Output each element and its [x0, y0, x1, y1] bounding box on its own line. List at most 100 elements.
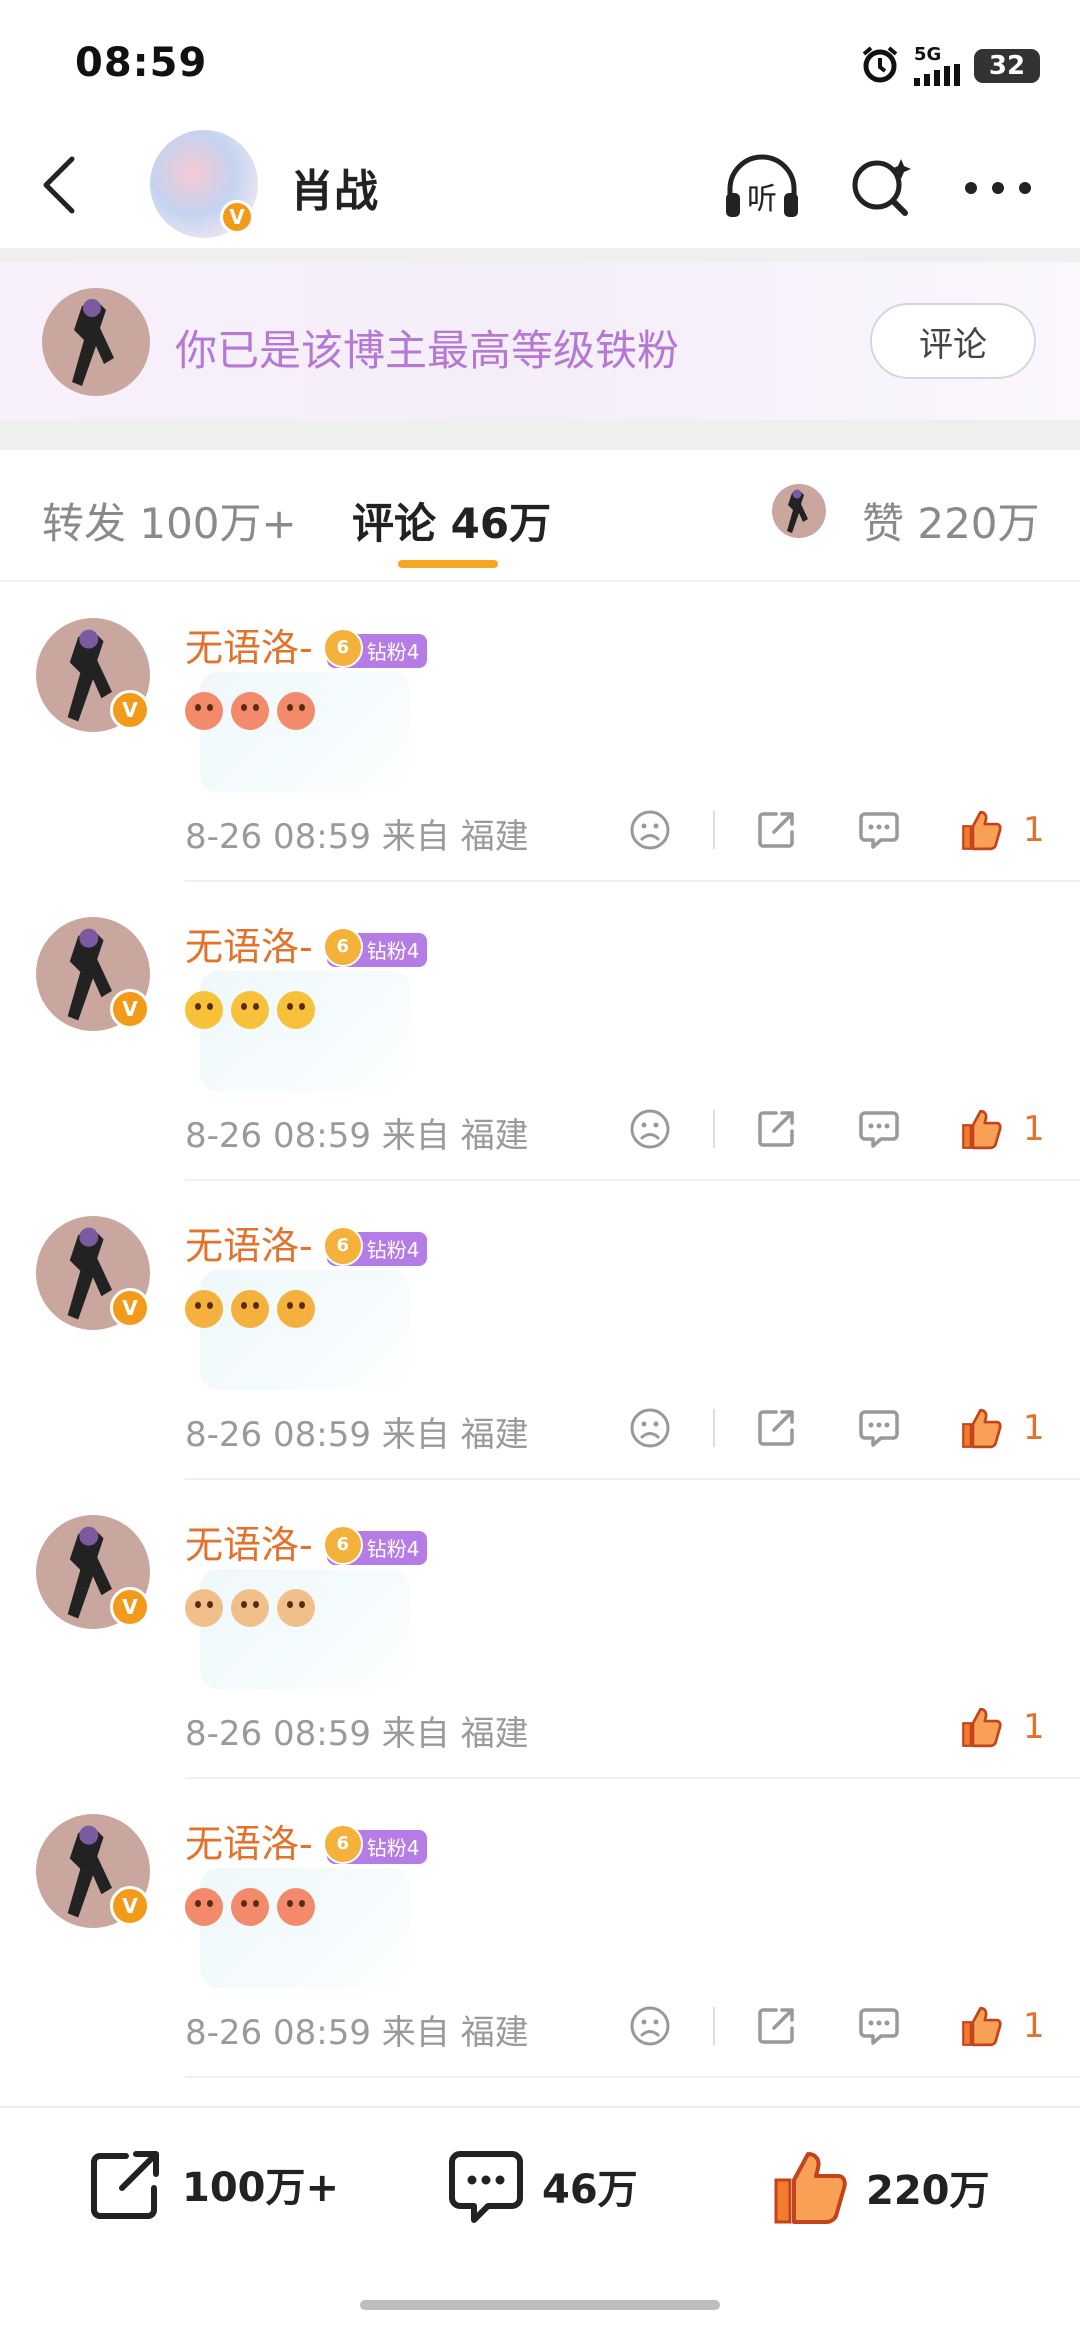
sticker-image[interactable]: [200, 971, 410, 1091]
comment-location: 来自 福建: [381, 1415, 529, 1455]
thumbs-up-icon: [962, 1707, 1002, 1748]
fan-level-badge: 6 钻粉4: [322, 1524, 428, 1565]
fan-crown-icon: 6: [322, 1225, 363, 1266]
reply-button[interactable]: [851, 1998, 907, 2054]
comment-user-row: 无语洛- 6 钻粉4: [185, 1514, 428, 1569]
comment-icon: [859, 1111, 899, 1148]
fan-badge-text: 钻粉4: [366, 1537, 420, 1561]
tab-likes[interactable]: 赞 220万: [862, 490, 1040, 551]
comment-emojis: [185, 692, 315, 730]
comment-username[interactable]: 无语洛-: [185, 1224, 313, 1268]
tab-reposts[interactable]: 转发 100万+: [42, 490, 297, 551]
comment-like-count: 1: [1023, 1707, 1045, 1747]
reply-button[interactable]: [851, 1400, 907, 1456]
verified-badge-icon: V: [110, 1288, 150, 1328]
repost-count: 100万+: [182, 2165, 340, 2211]
sticker-image[interactable]: [200, 1868, 410, 1988]
verified-badge-icon: V: [110, 690, 150, 730]
fan-crown-icon: 6: [322, 627, 363, 668]
comment-like-button[interactable]: [953, 802, 1009, 858]
comment-time: 8-26 08:59: [185, 1714, 371, 1754]
comment-emojis: [185, 1290, 315, 1328]
dislike-button[interactable]: [622, 1400, 678, 1456]
user-avatar[interactable]: [42, 288, 150, 396]
reply-button[interactable]: [851, 802, 907, 858]
comment-location: 来自 福建: [381, 1714, 529, 1754]
comment-user-row: 无语洛- 6 钻粉4: [185, 617, 428, 672]
like-action[interactable]: 220万: [770, 2148, 990, 2226]
comment-share-button[interactable]: [748, 1400, 804, 1456]
back-button[interactable]: [30, 150, 90, 220]
fan-status-text: 你已是该博主最高等级铁粉: [175, 326, 680, 375]
verified-badge-icon: V: [220, 200, 254, 234]
comment-user-row: 无语洛- 6 钻粉4: [185, 1215, 428, 1270]
comment-meta: 8-26 08:59 来自 福建: [185, 1706, 529, 1755]
comment-like-button[interactable]: [953, 1998, 1009, 2054]
comment-like-count: 1: [1023, 1408, 1045, 1448]
comment-count: 46万: [542, 2167, 638, 2213]
emoji-cry-icon: [277, 1290, 315, 1328]
chevron-left-icon: [43, 156, 75, 214]
share-icon: [91, 2151, 159, 2219]
alarm-icon: [860, 44, 900, 88]
sticker-image[interactable]: [200, 1569, 410, 1689]
search-button[interactable]: [842, 148, 922, 228]
battery-icon: 32: [974, 49, 1040, 83]
comment-icon: [449, 2151, 523, 2223]
emoji-hands-icon: [185, 1589, 223, 1627]
headphones-icon: 听: [726, 154, 798, 217]
comment-username[interactable]: 无语洛-: [185, 1822, 313, 1866]
emoji-hands-icon: [231, 1589, 269, 1627]
comment-icon: [859, 2008, 899, 2045]
listen-button[interactable]: 听: [722, 148, 802, 228]
emoji-shock-icon: [185, 991, 223, 1029]
dislike-button[interactable]: [622, 1101, 678, 1157]
share-icon: [758, 1410, 794, 1446]
action-separator: [713, 811, 715, 849]
comment-username[interactable]: 无语洛-: [185, 1523, 313, 1567]
emoji-cry-icon: [185, 1290, 223, 1328]
signal-icon: 5G: [914, 46, 960, 86]
comment-share-button[interactable]: [748, 802, 804, 858]
sticker-image[interactable]: [200, 672, 410, 792]
fan-crown-icon: 6: [322, 1524, 363, 1565]
status-icons: 5G 32: [860, 44, 1040, 88]
tab-comments[interactable]: 评论 46万: [352, 490, 551, 551]
comment-like-button[interactable]: [953, 1699, 1009, 1755]
thumbs-up-icon: [962, 1408, 1002, 1449]
sticker-image[interactable]: [200, 1270, 410, 1390]
dislike-button[interactable]: [622, 1998, 678, 2054]
fan-comment-button[interactable]: 评论: [870, 303, 1036, 379]
emoji-smile-icon: [185, 692, 223, 730]
reply-button[interactable]: [851, 1101, 907, 1157]
comment-divider: [185, 2076, 1080, 2078]
comment-icon: [859, 1410, 899, 1447]
frown-icon: [630, 810, 670, 850]
comment-time: 8-26 08:59: [185, 817, 371, 857]
comment-share-button[interactable]: [748, 1998, 804, 2054]
comment-location: 来自 福建: [381, 1116, 529, 1156]
comment-icon: [859, 812, 899, 849]
emoji-shock-icon: [277, 991, 315, 1029]
comment-meta: 8-26 08:59 来自 福建: [185, 1407, 529, 1456]
comment-share-button[interactable]: [748, 1101, 804, 1157]
comment-action[interactable]: 46万: [448, 2148, 638, 2224]
comment-username[interactable]: 无语洛-: [185, 626, 313, 670]
comment-username[interactable]: 无语洛-: [185, 925, 313, 969]
verified-badge-icon: V: [110, 1587, 150, 1627]
comment-divider: [185, 880, 1080, 882]
frown-icon: [630, 1408, 670, 1448]
comment-like-button[interactable]: [953, 1101, 1009, 1157]
status-time: 08:59: [75, 40, 208, 86]
verified-badge-icon: V: [110, 1886, 150, 1926]
more-button[interactable]: [958, 148, 1038, 228]
dislike-button[interactable]: [622, 802, 678, 858]
emoji-smile-icon: [231, 692, 269, 730]
emoji-smile-icon: [277, 1888, 315, 1926]
comment-emojis: [185, 991, 315, 1029]
comment-like-button[interactable]: [953, 1400, 1009, 1456]
frown-icon: [630, 2006, 670, 2046]
frown-icon: [630, 1109, 670, 1149]
emoji-shock-icon: [231, 991, 269, 1029]
repost-action[interactable]: 100万+: [88, 2148, 339, 2220]
